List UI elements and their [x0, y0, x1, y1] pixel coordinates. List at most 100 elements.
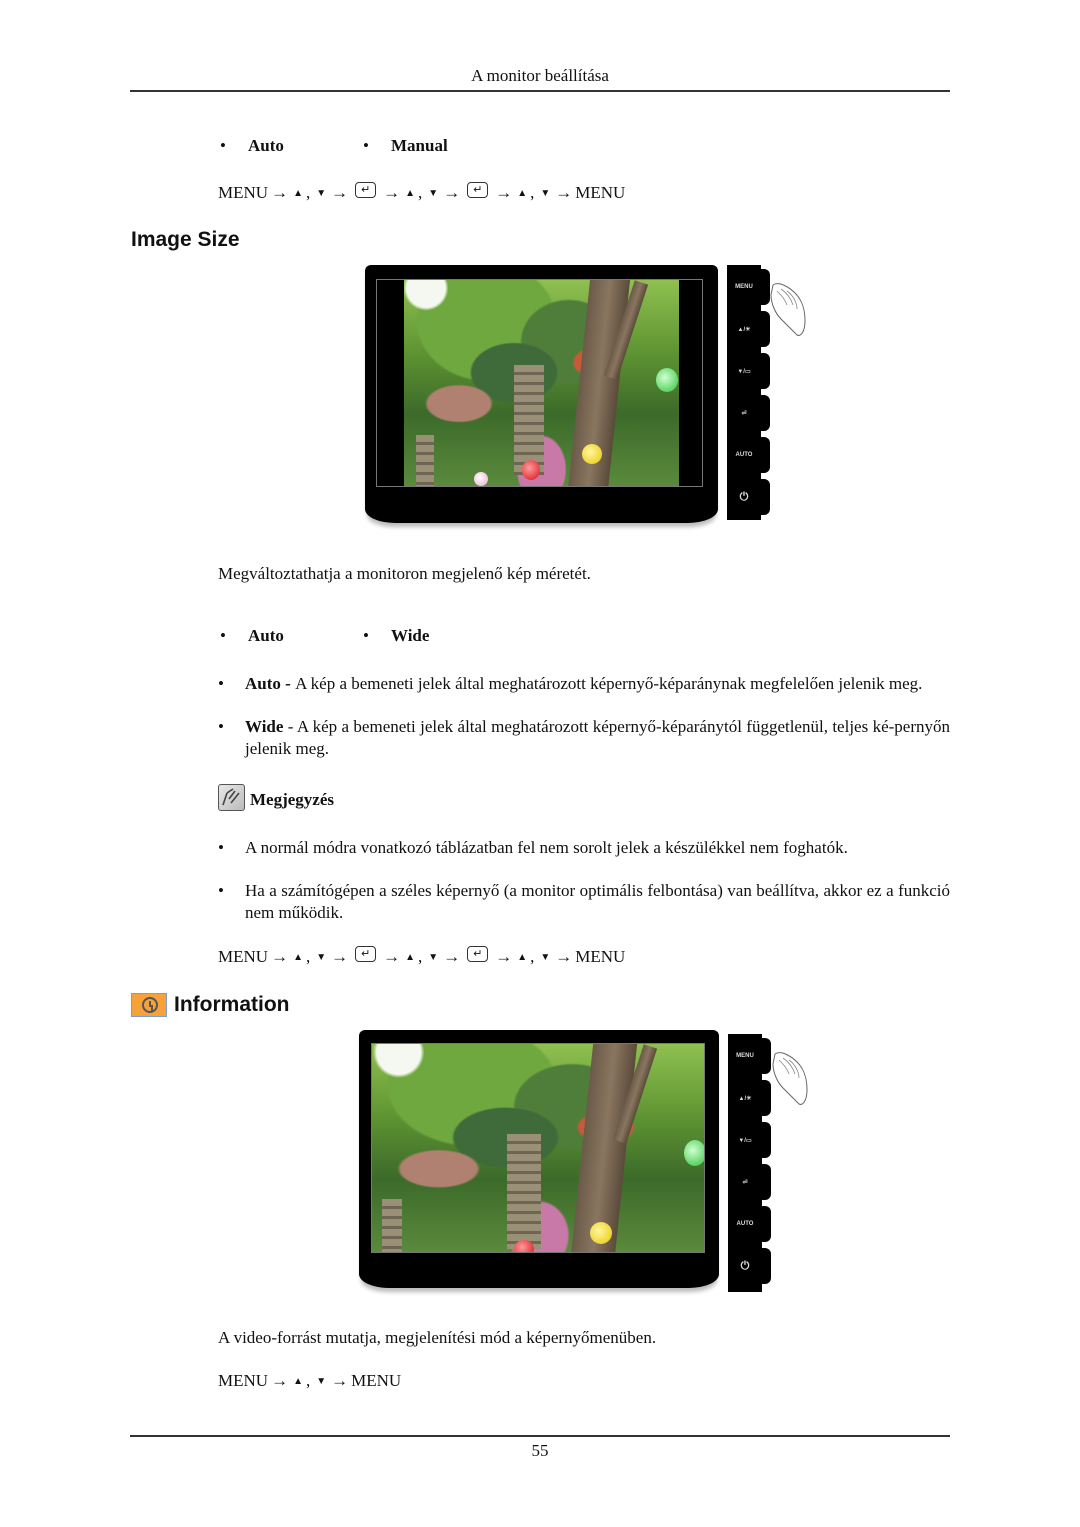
monitor-screen	[371, 1043, 705, 1253]
menu-key-label: MENU	[218, 1371, 269, 1390]
green-lantern	[684, 1140, 704, 1166]
detail-label: Wide	[245, 717, 284, 736]
detail-auto: • Auto - A kép a bemeneti jelek által meg…	[218, 674, 923, 693]
right-arrow-icon: →	[443, 183, 461, 202]
separator: ,	[530, 183, 535, 202]
option-auto: • Auto	[220, 136, 284, 155]
menu-sequence-1: MENU → ▲, ▼ → ↵ → ▲, ▼ → ↵ → ▲, ▼ → MENU	[218, 182, 626, 203]
right-arrow-icon: →	[555, 947, 573, 966]
right-arrow-icon: →	[271, 1371, 289, 1390]
right-arrow-icon: →	[383, 947, 401, 966]
right-arrow-icon: →	[271, 947, 289, 966]
option-label: Auto	[248, 136, 284, 155]
detail-wide: • Wide - A kép a bemeneti jelek által meg…	[218, 717, 950, 758]
monitor-down-source-button: ▼/▭	[727, 351, 770, 391]
monitor-up-brightness-button: ▲/☀	[727, 309, 770, 349]
enter-key-icon: ↵	[355, 946, 377, 962]
option-wide: • Wide	[363, 626, 430, 645]
image-size-description: Megváltoztathatja a monitoron megjelenő …	[218, 564, 591, 583]
right-arrow-icon: →	[495, 947, 513, 966]
option-auto: • Auto	[220, 626, 284, 645]
menu-sequence-2: MENU → ▲, ▼ → ↵ → ▲, ▼ → ↵ → ▲, ▼ → MENU	[218, 946, 626, 967]
up-arrow-icon: ▲	[293, 187, 303, 199]
option-label: Auto	[248, 626, 284, 645]
information-clock-icon	[131, 993, 167, 1017]
right-arrow-icon: →	[331, 183, 349, 202]
note-text: Ha a számítógépen a széles képernyő (a m…	[245, 881, 950, 922]
monitor-auto-button: AUTO	[727, 435, 770, 475]
image-size-options: • Auto • Wide	[220, 626, 429, 646]
monitor-bezel	[359, 1030, 719, 1288]
right-arrow-icon: →	[383, 183, 401, 202]
monitor-buttons-panel: MENU ▲/☀ ▼/▭ ⏎ AUTO ⏻	[728, 1034, 771, 1292]
monitor-screen	[376, 279, 703, 487]
note-item: • Ha a számítógépen a széles képernyő (a …	[218, 881, 950, 922]
right-arrow-icon: →	[443, 947, 461, 966]
right-arrow-icon: →	[331, 947, 349, 966]
monitor-enter-button: ⏎	[728, 1162, 771, 1202]
up-arrow-icon: ▲	[517, 187, 528, 199]
menu-key-label: MENU	[218, 947, 269, 966]
monitor-power-button: ⏻	[728, 1246, 771, 1286]
down-arrow-icon: ▼	[316, 1375, 327, 1387]
monitor-up-brightness-button: ▲/☀	[728, 1078, 771, 1118]
small-pagoda	[382, 1199, 402, 1252]
monitor-enter-button: ⏎	[727, 393, 770, 433]
footer-rule	[130, 1435, 950, 1437]
separator: ,	[305, 1371, 311, 1390]
option-label: Manual	[391, 136, 448, 155]
menu-sequence-3: MENU → ▲, ▼ → MENU	[218, 1371, 401, 1391]
separator: ,	[305, 183, 311, 202]
monitor-auto-button: AUTO	[728, 1204, 771, 1244]
right-arrow-icon: →	[495, 183, 513, 202]
monitor-down-source-button: ▼/▭	[728, 1120, 771, 1160]
header-rule	[130, 90, 950, 92]
running-header: A monitor beállítása	[471, 66, 609, 85]
yellow-lantern	[590, 1222, 612, 1244]
detail-text: A kép a bemeneti jelek által meghatározo…	[245, 717, 950, 758]
pagoda	[507, 1134, 541, 1249]
note-label: Megjegyzés	[250, 790, 335, 809]
note-text: A normál módra vonatkozó táblázatban fel…	[245, 838, 848, 857]
right-arrow-icon: →	[271, 183, 289, 202]
yellow-lantern	[582, 444, 602, 464]
option-label: Wide	[391, 626, 430, 645]
page-number: 55	[531, 1441, 549, 1460]
menu-key-label: MENU	[575, 947, 626, 966]
monitor-buttons-panel: MENU ▲/☀ ▼/▭ ⏎ AUTO ⏻	[727, 265, 770, 520]
red-lantern	[514, 1240, 534, 1252]
red-lantern	[522, 460, 540, 480]
separator: ,	[305, 947, 311, 966]
color-mode-options: • Auto • Manual	[220, 136, 448, 156]
enter-key-icon: ↵	[467, 182, 489, 198]
right-arrow-icon: →	[555, 183, 573, 202]
down-arrow-icon: ▼	[316, 187, 327, 199]
detail-text: A kép a bemeneti jelek által meghatározo…	[295, 674, 923, 693]
detail-separator: -	[280, 674, 296, 693]
down-arrow-icon: ▼	[540, 951, 551, 963]
note-item: • A normál módra vonatkozó táblázatban fe…	[218, 837, 950, 859]
pink-lantern	[474, 472, 488, 486]
monitor-menu-button: MENU	[728, 1036, 771, 1076]
pagoda	[514, 365, 544, 475]
separator: ,	[418, 947, 423, 966]
down-arrow-icon: ▼	[540, 187, 551, 199]
monitor-power-button: ⏻	[727, 477, 770, 517]
enter-key-icon: ↵	[467, 946, 489, 962]
separator: ,	[418, 183, 423, 202]
garden-photo	[372, 1044, 704, 1252]
menu-key-label: MENU	[575, 183, 626, 202]
down-arrow-icon: ▼	[316, 951, 327, 963]
monitor-menu-button: MENU	[727, 267, 770, 307]
garden-photo	[404, 280, 679, 486]
small-pagoda	[416, 435, 434, 486]
up-arrow-icon: ▲	[293, 951, 303, 963]
information-description: A video-forrást mutatja, megjelenítési m…	[218, 1328, 657, 1347]
separator: ,	[530, 947, 535, 966]
down-arrow-icon: ▼	[428, 187, 439, 199]
note-pencil-icon	[218, 784, 245, 811]
information-heading-row: Information	[131, 993, 290, 1017]
tree-trunk	[570, 1044, 638, 1252]
up-arrow-icon: ▲	[517, 951, 528, 963]
right-arrow-icon: →	[331, 1371, 349, 1390]
